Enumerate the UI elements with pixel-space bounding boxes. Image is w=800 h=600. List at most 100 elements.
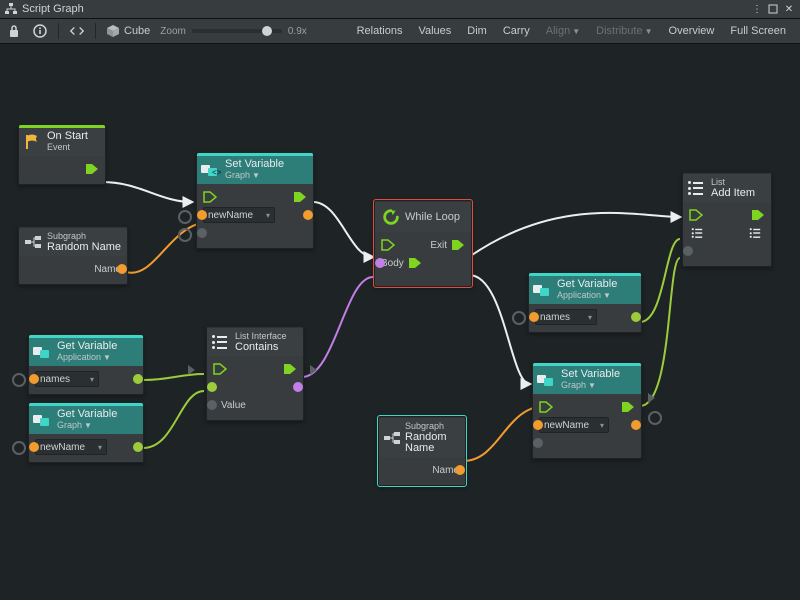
- node-get-variable-graph[interactable]: Get Variable Graph▼ newName▾: [28, 402, 144, 463]
- condition-port[interactable]: [375, 258, 385, 268]
- menu-values[interactable]: Values: [410, 19, 459, 44]
- external-port[interactable]: [12, 373, 26, 387]
- embed-icon[interactable]: [69, 23, 85, 39]
- variable-icon: [33, 411, 53, 429]
- output-port[interactable]: [455, 465, 465, 475]
- list-port-icon[interactable]: [747, 226, 765, 240]
- scope-label: Graph: [561, 380, 586, 391]
- node-list-add-item[interactable]: ListAdd Item: [682, 172, 772, 267]
- input-port[interactable]: [207, 382, 217, 392]
- node-set-variable-2[interactable]: Set Variable Graph▼ newName▾: [532, 362, 642, 459]
- flow-out-icon[interactable]: [451, 239, 465, 251]
- port-label: Value: [221, 400, 246, 411]
- flow-out-icon[interactable]: [85, 163, 99, 175]
- output-port[interactable]: [133, 442, 143, 452]
- node-title: On Start: [47, 131, 88, 142]
- node-set-variable-1[interactable]: <> Set Variable Graph▼ newName▾: [196, 152, 314, 249]
- flow-out-icon[interactable]: [283, 363, 297, 375]
- input-port[interactable]: [197, 210, 207, 220]
- external-flow-port[interactable]: [648, 393, 655, 403]
- menu-fullscreen[interactable]: Full Screen: [722, 19, 794, 44]
- list-icon: [211, 333, 231, 351]
- flow-out-icon[interactable]: [751, 209, 765, 221]
- flow-in-icon[interactable]: [539, 401, 553, 413]
- zoom-thumb[interactable]: [262, 26, 272, 36]
- window-close-icon[interactable]: ✕: [782, 3, 796, 15]
- zoom-label: Zoom: [160, 26, 186, 37]
- node-title: Get Variable: [57, 341, 117, 352]
- input-port[interactable]: [533, 420, 543, 430]
- output-port[interactable]: [631, 420, 641, 430]
- variable-name-field[interactable]: names▾: [535, 309, 597, 325]
- flow-in-icon[interactable]: [381, 239, 395, 251]
- node-title: Get Variable: [57, 409, 117, 420]
- scope-label: Application: [557, 290, 601, 301]
- zoom-slider[interactable]: [192, 29, 282, 33]
- node-title: Random Name: [405, 432, 459, 454]
- node-on-start[interactable]: On StartEvent: [18, 124, 106, 185]
- loop-icon: [381, 208, 401, 226]
- menu-align[interactable]: Align▼: [538, 19, 588, 44]
- flow-in-icon[interactable]: [213, 363, 227, 375]
- variable-name-field[interactable]: newName▾: [35, 439, 107, 455]
- variable-name-field[interactable]: newName▾: [203, 207, 275, 223]
- menu-distribute[interactable]: Distribute▼: [588, 19, 660, 44]
- target-selector[interactable]: Cube: [106, 24, 150, 38]
- node-subgraph-random-name-2[interactable]: SubgraphRandom Name Name: [378, 416, 466, 486]
- output-port[interactable]: [293, 382, 303, 392]
- variable-icon: <>: [201, 161, 221, 179]
- node-header: List InterfaceContains: [207, 327, 303, 356]
- reroute-port[interactable]: [178, 228, 192, 242]
- node-list-contains[interactable]: List InterfaceContains Value: [206, 326, 304, 421]
- reroute-port[interactable]: [178, 210, 192, 224]
- external-port[interactable]: [12, 441, 26, 455]
- node-while-loop[interactable]: While Loop Exit Body: [374, 200, 472, 287]
- output-port[interactable]: [117, 264, 127, 274]
- output-port[interactable]: [303, 210, 313, 220]
- output-port[interactable]: [133, 374, 143, 384]
- toolbar: Cube Zoom 0.9x Relations Values Dim Carr…: [0, 19, 800, 44]
- input-port[interactable]: [207, 400, 217, 410]
- zoom-value: 0.9x: [288, 26, 307, 37]
- list-icon: [687, 179, 707, 197]
- node-header: <> Set Variable Graph▼: [197, 153, 313, 184]
- node-subtitle: Event: [47, 142, 88, 153]
- flow-out-icon[interactable]: [621, 401, 635, 413]
- node-get-variable-app-2[interactable]: Get Variable Application▼ names▾: [528, 272, 642, 333]
- scope-label: Application: [57, 352, 101, 363]
- external-port[interactable]: [512, 311, 526, 325]
- window-maximize-icon[interactable]: [766, 3, 780, 15]
- menu-relations[interactable]: Relations: [349, 19, 411, 44]
- scope-label: Graph: [57, 420, 82, 431]
- graph-canvas[interactable]: On StartEvent SubgraphRandom Name Name <…: [0, 44, 800, 600]
- input-port[interactable]: [683, 246, 693, 256]
- lock-icon[interactable]: [6, 23, 22, 39]
- window-menu-icon[interactable]: ⋮: [750, 3, 764, 15]
- menu-carry[interactable]: Carry: [495, 19, 538, 44]
- node-get-variable-app-1[interactable]: Get Variable Application▼ names▾: [28, 334, 144, 395]
- node-subgraph-random-name-1[interactable]: SubgraphRandom Name Name: [18, 226, 128, 285]
- input-port[interactable]: [29, 442, 39, 452]
- list-port-icon[interactable]: [689, 226, 707, 240]
- flow-out-icon[interactable]: [293, 191, 307, 203]
- variable-name-field[interactable]: names▾: [35, 371, 99, 387]
- menu-overview[interactable]: Overview: [661, 19, 723, 44]
- external-flow-port[interactable]: [188, 365, 195, 375]
- external-port[interactable]: [648, 411, 662, 425]
- flow-in-icon[interactable]: [203, 191, 217, 203]
- menu-dim[interactable]: Dim: [459, 19, 495, 44]
- input-port[interactable]: [533, 438, 543, 448]
- external-flow-port[interactable]: [310, 365, 317, 375]
- cube-icon: [106, 24, 120, 38]
- variable-name-field[interactable]: newName▾: [539, 417, 609, 433]
- subgraph-icon: [23, 233, 43, 251]
- toolbar-separator: [95, 23, 96, 39]
- svg-text:<>: <>: [212, 169, 221, 178]
- output-port[interactable]: [631, 312, 641, 322]
- flow-out-icon[interactable]: [408, 257, 422, 269]
- input-port[interactable]: [29, 374, 39, 384]
- flow-in-icon[interactable]: [689, 209, 703, 221]
- input-port[interactable]: [197, 228, 207, 238]
- input-port[interactable]: [529, 312, 539, 322]
- info-icon[interactable]: [32, 23, 48, 39]
